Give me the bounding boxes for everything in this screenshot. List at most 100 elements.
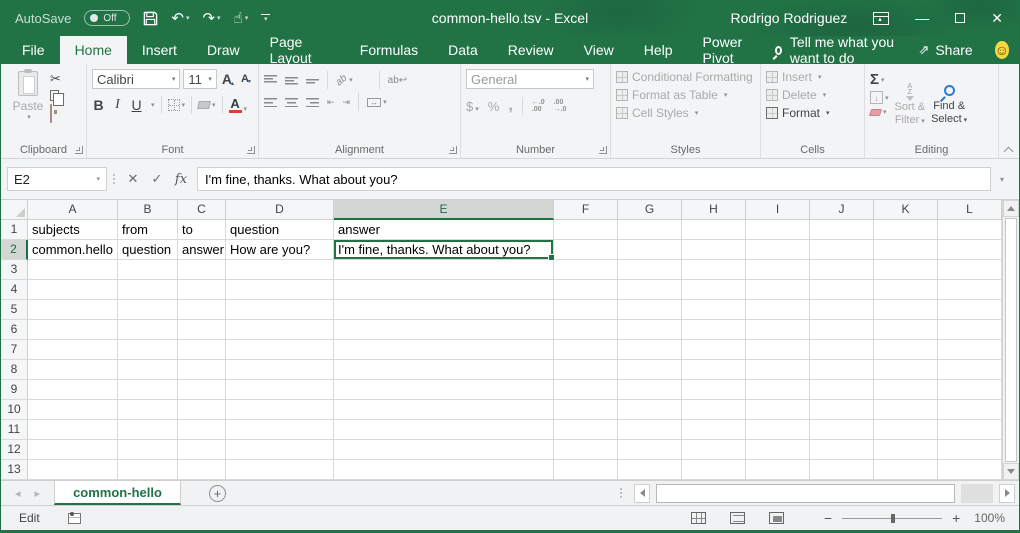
cell-F6[interactable]: [554, 320, 618, 340]
cell-C11[interactable]: [178, 420, 226, 440]
column-header-L[interactable]: L: [938, 200, 1002, 220]
wrap-text-button[interactable]: ab↩: [388, 75, 408, 86]
redo-dropdown[interactable]: ▾: [217, 15, 221, 22]
orientation-button[interactable]: ab▾: [336, 75, 353, 86]
cell-H3[interactable]: [682, 260, 746, 280]
cell-K9[interactable]: [874, 380, 938, 400]
scroll-left-button[interactable]: [634, 484, 650, 503]
bottom-align-button[interactable]: [306, 75, 319, 85]
cell-C8[interactable]: [178, 360, 226, 380]
cell-H10[interactable]: [682, 400, 746, 420]
cell-J9[interactable]: [810, 380, 874, 400]
cell-A8[interactable]: [28, 360, 118, 380]
cell-K2[interactable]: [874, 240, 938, 260]
cell-I1[interactable]: [746, 220, 810, 240]
cell-A1[interactable]: subjects: [28, 220, 118, 240]
cell-I4[interactable]: [746, 280, 810, 300]
row-header-7[interactable]: 7: [1, 340, 28, 360]
cell-G7[interactable]: [618, 340, 682, 360]
cell-J12[interactable]: [810, 440, 874, 460]
merge-center-button[interactable]: ↔▾: [367, 98, 387, 107]
decrease-indent-button[interactable]: ⇤: [327, 97, 335, 108]
cell-G12[interactable]: [618, 440, 682, 460]
cell-I8[interactable]: [746, 360, 810, 380]
cell-L10[interactable]: [938, 400, 1002, 420]
minimize-button[interactable]: —: [915, 11, 929, 25]
row-header-11[interactable]: 11: [1, 420, 28, 440]
column-header-H[interactable]: H: [682, 200, 746, 220]
cell-D11[interactable]: [226, 420, 334, 440]
horizontal-scroll-track[interactable]: [961, 484, 993, 503]
cell-B13[interactable]: [118, 460, 178, 480]
vertical-scrollbar[interactable]: [1002, 200, 1019, 480]
row-header-2[interactable]: 2: [1, 240, 28, 260]
cell-J3[interactable]: [810, 260, 874, 280]
cell-C4[interactable]: [178, 280, 226, 300]
font-name-combo[interactable]: Calibri ▾: [92, 69, 180, 89]
maximize-button[interactable]: [955, 13, 965, 23]
find-select-button[interactable]: Find & Select▾: [931, 69, 967, 142]
cell-H8[interactable]: [682, 360, 746, 380]
cell-B2[interactable]: question: [118, 240, 178, 260]
cell-A6[interactable]: [28, 320, 118, 340]
cell-C12[interactable]: [178, 440, 226, 460]
page-layout-view-button[interactable]: [730, 512, 745, 524]
cell-K4[interactable]: [874, 280, 938, 300]
underline-button[interactable]: U: [130, 97, 143, 113]
tab-formulas[interactable]: Formulas: [345, 36, 433, 64]
row-header-5[interactable]: 5: [1, 300, 28, 320]
increase-indent-button[interactable]: ⇥: [343, 97, 351, 108]
font-size-dropdown[interactable]: ▾: [208, 75, 212, 83]
cell-F10[interactable]: [554, 400, 618, 420]
cell-C10[interactable]: [178, 400, 226, 420]
cell-H4[interactable]: [682, 280, 746, 300]
cell-K13[interactable]: [874, 460, 938, 480]
cell-A10[interactable]: [28, 400, 118, 420]
column-header-K[interactable]: K: [874, 200, 938, 220]
cell-I12[interactable]: [746, 440, 810, 460]
borders-button[interactable]: ▾: [168, 99, 186, 111]
cell-F13[interactable]: [554, 460, 618, 480]
cell-D6[interactable]: [226, 320, 334, 340]
column-header-A[interactable]: A: [28, 200, 118, 220]
copy-button[interactable]: ▾: [50, 90, 65, 101]
number-dialog-launcher-icon[interactable]: [599, 146, 607, 154]
tab-insert[interactable]: Insert: [127, 36, 192, 64]
cell-E5[interactable]: [334, 300, 554, 320]
column-header-F[interactable]: F: [554, 200, 618, 220]
cell-K6[interactable]: [874, 320, 938, 340]
name-box-dropdown[interactable]: ▾: [96, 175, 100, 183]
cell-H13[interactable]: [682, 460, 746, 480]
underline-dropdown[interactable]: ▾: [151, 101, 155, 109]
scroll-right-button[interactable]: [999, 484, 1015, 503]
cell-J10[interactable]: [810, 400, 874, 420]
cell-D7[interactable]: [226, 340, 334, 360]
horizontal-scroll-thumb[interactable]: [656, 484, 955, 503]
cell-E3[interactable]: [334, 260, 554, 280]
top-align-button[interactable]: [264, 75, 277, 85]
cell-G8[interactable]: [618, 360, 682, 380]
cell-J2[interactable]: [810, 240, 874, 260]
column-header-D[interactable]: D: [226, 200, 334, 220]
user-account[interactable]: Rodrigo Rodriguez: [731, 10, 848, 26]
cell-B9[interactable]: [118, 380, 178, 400]
zoom-slider[interactable]: [842, 518, 942, 519]
tab-split-handle[interactable]: [614, 488, 628, 498]
cell-C9[interactable]: [178, 380, 226, 400]
cell-L9[interactable]: [938, 380, 1002, 400]
font-name-dropdown[interactable]: ▾: [172, 75, 176, 83]
cell-G9[interactable]: [618, 380, 682, 400]
cell-D12[interactable]: [226, 440, 334, 460]
cell-L2[interactable]: [938, 240, 1002, 260]
macro-recording-icon[interactable]: [68, 513, 81, 524]
name-box[interactable]: E2 ▾: [7, 167, 107, 191]
cell-A12[interactable]: [28, 440, 118, 460]
zoom-in-button[interactable]: +: [952, 510, 960, 526]
cell-L4[interactable]: [938, 280, 1002, 300]
cell-D4[interactable]: [226, 280, 334, 300]
clear-button[interactable]: ▾: [870, 108, 889, 116]
save-button[interactable]: [143, 11, 158, 26]
cell-C5[interactable]: [178, 300, 226, 320]
row-header-9[interactable]: 9: [1, 380, 28, 400]
row-header-8[interactable]: 8: [1, 360, 28, 380]
